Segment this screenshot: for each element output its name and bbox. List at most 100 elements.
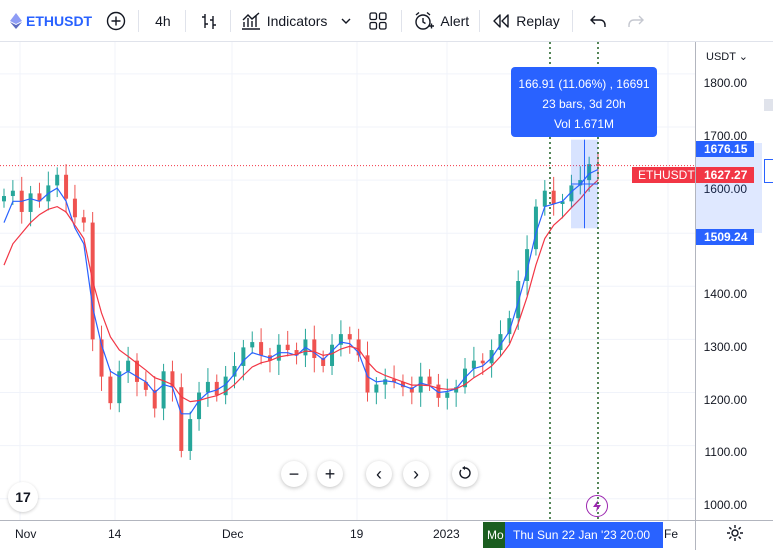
candle-body (2, 196, 6, 202)
time-label: 2023 (433, 527, 460, 541)
toolbar-divider (571, 9, 573, 32)
candle-body (81, 217, 86, 223)
measure-change: 166.91 (11.06%) , 16691 (518, 77, 650, 91)
symbol-price-label: ETHUSDT (632, 167, 701, 183)
measure-volume: Vol 1.671M (553, 117, 615, 131)
plus-icon: + (324, 463, 336, 484)
toolbar-divider (401, 9, 403, 32)
time-label: 19 (350, 527, 364, 541)
grid-layout-icon (369, 11, 388, 30)
layout-button[interactable] (369, 0, 388, 42)
time-label: 14 (108, 527, 122, 541)
alert-button[interactable]: Alert (414, 0, 469, 42)
indicators-button[interactable]: Indicators (241, 0, 352, 42)
candle-body (64, 174, 69, 199)
candle-body (551, 190, 556, 204)
toolbar-divider (479, 9, 481, 32)
candle-body (161, 371, 166, 409)
candle-body (205, 381, 210, 393)
symbol-selector[interactable]: ETHUSDT (10, 0, 92, 42)
candle-body (259, 342, 264, 356)
alert-label: Alert (440, 12, 470, 29)
price-label: 1000.00 (703, 498, 747, 512)
candle-body (250, 342, 255, 348)
candle-body (197, 392, 202, 420)
candle-body (480, 360, 485, 364)
symbol-name: ETHUSDT (26, 12, 93, 29)
lightning-icon[interactable] (586, 495, 608, 517)
price-label: 1800.00 (703, 76, 747, 90)
scale-edge-marker (764, 99, 773, 111)
zoom-in-button[interactable]: + (317, 461, 343, 487)
chart-type-button[interactable] (200, 0, 218, 42)
logo-text: 17 (15, 489, 31, 505)
candle-body (10, 190, 15, 197)
candle-body (516, 281, 521, 319)
range-low-tag: 1509.24 (696, 229, 754, 245)
interval-button[interactable]: 4h (155, 0, 171, 42)
candle-body (188, 419, 193, 451)
time-label: Dec (222, 527, 244, 541)
price-label: 1200.00 (703, 393, 747, 407)
candle-body (445, 392, 450, 398)
undo-button[interactable] (589, 0, 607, 42)
chevron-left-icon: ‹ (376, 463, 382, 484)
range-start-marker: Mo (483, 522, 505, 548)
chevron-down-icon[interactable] (341, 18, 351, 24)
alarm-clock-icon (414, 11, 435, 31)
zoom-out-button[interactable]: − (281, 461, 307, 487)
undo-icon (589, 14, 607, 28)
candle-body (374, 384, 379, 393)
measure-bars: 23 bars, 3d 20h (542, 97, 626, 111)
candle-body (285, 344, 290, 351)
current-price-tag: 1627.27 (696, 167, 754, 183)
candle-body (542, 190, 547, 207)
candle-body (312, 339, 317, 359)
settings-button[interactable] (695, 520, 773, 550)
rewind-icon (492, 13, 510, 28)
candle-body (383, 379, 388, 385)
time-label: Fe (664, 527, 679, 541)
candle-body (108, 376, 113, 404)
plus-circle-icon (106, 11, 126, 31)
redo-icon (627, 14, 645, 28)
candle-body (347, 334, 352, 340)
scroll-left-button[interactable]: ‹ (366, 461, 392, 487)
price-label: 1300.00 (703, 340, 747, 354)
redo-button[interactable] (627, 0, 645, 42)
candle-body (28, 193, 33, 212)
tradingview-logo[interactable]: 17 (8, 482, 38, 512)
measure-tooltip: 166.91 (11.06%) , 16691 23 bars, 3d 20h … (511, 67, 657, 137)
toolbar-divider (184, 9, 186, 32)
price-scale[interactable]: USDT ⌄ 1800.00 1700.00 1600.00 1400.00 1… (695, 42, 773, 520)
candle-body (126, 360, 131, 372)
candle-body (330, 344, 335, 366)
indicators-icon (241, 11, 261, 30)
time-cursor-label: Thu Sun 22 Jan '23 20:00 (505, 522, 663, 548)
compare-button[interactable] (106, 0, 126, 42)
price-label: 1100.00 (704, 445, 748, 459)
reset-icon (458, 464, 472, 485)
gear-icon (726, 524, 744, 547)
range-high-tag: 1676.15 (696, 141, 754, 157)
indicators-label: Indicators (266, 12, 328, 29)
reset-chart-button[interactable] (452, 461, 478, 487)
ethereum-icon (10, 12, 22, 29)
currency-selector[interactable]: USDT ⌄ (706, 50, 748, 63)
candle-body (72, 198, 77, 218)
interval-label: 4h (155, 12, 171, 29)
time-label: Nov (15, 527, 37, 541)
scroll-right-button[interactable]: › (403, 461, 429, 487)
bar-chart-icon (200, 12, 218, 30)
toolbar-divider (138, 9, 140, 32)
candle-body (55, 174, 60, 186)
minus-icon: − (288, 463, 300, 484)
candle-body (427, 376, 432, 385)
price-label: 1400.00 (703, 287, 747, 301)
chevron-right-icon: › (413, 463, 419, 484)
replay-label: Replay (516, 12, 560, 29)
scale-edge-marker (764, 159, 773, 183)
replay-button[interactable]: Replay (492, 0, 560, 42)
toolbar-divider (229, 9, 231, 32)
candle-body (471, 360, 476, 369)
